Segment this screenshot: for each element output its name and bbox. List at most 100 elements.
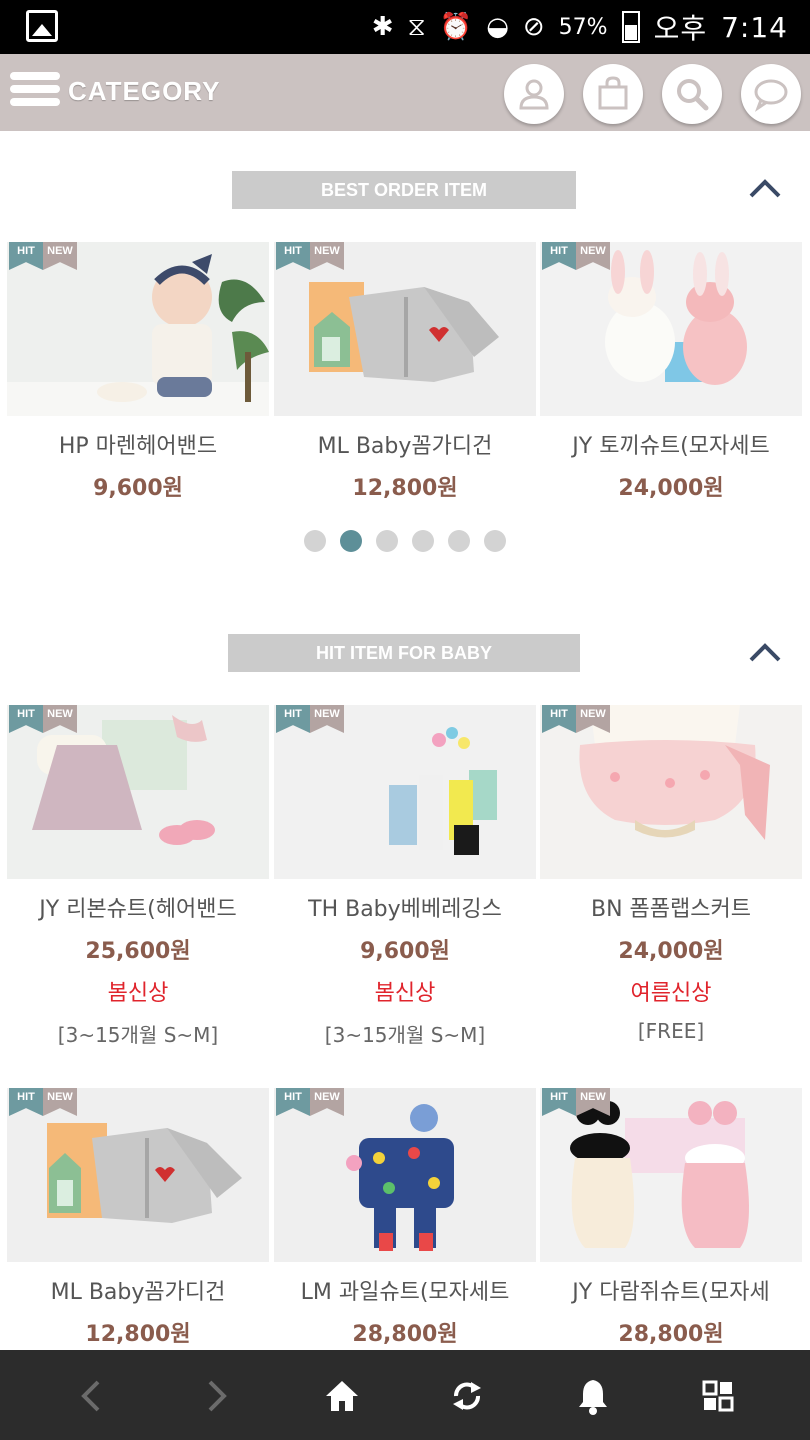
product-name[interactable]: ML Baby꼼가디건 — [7, 1274, 269, 1306]
section-title-hit-item: HIT ITEM FOR BABY — [228, 634, 580, 672]
carousel-pager — [0, 530, 810, 552]
product-tag: 봄신상 — [107, 981, 169, 1006]
new-badge: NEW — [310, 242, 344, 270]
product-name[interactable]: LM 과일슈트(모자세트 — [274, 1274, 536, 1306]
category-label[interactable]: CATEGORY — [68, 76, 220, 107]
new-badge: NEW — [576, 242, 610, 270]
product-tag: 봄신상 — [374, 981, 436, 1006]
search-button[interactable] — [662, 64, 722, 124]
product-card[interactable]: HIT NEW TH Baby베베레깅스 9,600원 봄신상 [3~15개월 S… — [274, 705, 536, 1048]
product-card[interactable]: HIT NEW JY 리본슈트(헤어밴드 25,600원 봄신상 [3~15개월 … — [7, 705, 269, 1048]
forward-arrow-icon — [208, 1380, 227, 1412]
chat-button[interactable] — [741, 64, 801, 124]
product-name[interactable]: JY 다람쥐슈트(모자세 — [540, 1274, 802, 1306]
chevron-up-icon[interactable] — [748, 176, 782, 200]
product-card[interactable]: HIT NEW JY 다람쥐슈트(모자세 28,800원 — [540, 1088, 802, 1348]
product-size: [3~15개월 S~M] — [57, 1023, 219, 1047]
product-size: [3~15개월 S~M] — [324, 1023, 486, 1047]
shopping-bag-icon — [598, 76, 628, 110]
new-badge: NEW — [43, 1088, 77, 1116]
pager-dot[interactable] — [412, 530, 434, 552]
new-badge: NEW — [310, 1088, 344, 1116]
refresh-icon — [453, 1382, 481, 1410]
hit-badge: HIT — [542, 1088, 576, 1116]
apps-button[interactable] — [694, 1372, 742, 1420]
hit-badge: HIT — [9, 705, 43, 733]
pager-dot[interactable] — [484, 530, 506, 552]
product-card[interactable]: HIT NEW LM 과일슈트(모자세트 28,800원 — [274, 1088, 536, 1348]
back-arrow-icon — [81, 1380, 100, 1412]
product-name[interactable]: JY 리본슈트(헤어밴드 — [7, 891, 269, 923]
bell-icon — [579, 1380, 607, 1415]
home-icon — [326, 1381, 358, 1411]
product-price: 24,000원 — [618, 939, 724, 964]
person-icon — [519, 79, 549, 110]
wifi-icon: ◒ — [486, 12, 509, 42]
refresh-button[interactable] — [443, 1372, 491, 1420]
product-name[interactable]: ML Baby꼼가디건 — [274, 428, 536, 460]
forward-button[interactable] — [192, 1372, 240, 1420]
product-image[interactable]: HIT NEW — [274, 1088, 536, 1262]
section-title-best-order: BEST ORDER ITEM — [232, 171, 576, 209]
new-badge: NEW — [310, 705, 344, 733]
new-badge: NEW — [43, 242, 77, 270]
product-image[interactable]: HIT NEW — [7, 705, 269, 879]
product-card[interactable]: HIT NEW JY 토끼슈트(모자세트 24,000원 — [540, 242, 802, 502]
back-button[interactable] — [68, 1372, 116, 1420]
hit-badge: HIT — [276, 242, 310, 270]
product-image[interactable]: HIT NEW — [274, 242, 536, 416]
product-card[interactable]: HIT NEW HP 마렌헤어밴드 9,600원 — [7, 242, 269, 502]
hit-badge: HIT — [9, 242, 43, 270]
chat-bubble-icon — [754, 79, 788, 112]
clock-ampm: 오후 — [653, 12, 708, 45]
product-tag: 여름신상 — [630, 981, 712, 1006]
gallery-notification-icon — [26, 10, 58, 42]
home-button[interactable] — [318, 1372, 366, 1420]
pager-dot[interactable] — [304, 530, 326, 552]
app-header: CATEGORY — [0, 54, 810, 131]
product-name[interactable]: TH Baby베베레깅스 — [274, 891, 536, 923]
pager-dot[interactable] — [376, 530, 398, 552]
battery-percent: 57% — [558, 14, 608, 40]
chevron-up-icon[interactable] — [748, 640, 782, 664]
hit-badge: HIT — [9, 1088, 43, 1116]
clock-time: 7:14 — [721, 10, 788, 44]
status-bar: ✱ ⧖ ⏰ ◒ ⊘ 57% 오후 7:14 — [0, 0, 810, 54]
new-badge: NEW — [43, 705, 77, 733]
search-icon — [677, 79, 709, 111]
product-card[interactable]: HIT NEW BN 폼폼랩스커트 24,000원 여름신상 [FREE] — [540, 705, 802, 1043]
cart-button[interactable] — [583, 64, 643, 124]
product-price: 25,600원 — [85, 939, 191, 964]
product-name[interactable]: HP 마렌헤어밴드 — [7, 428, 269, 460]
product-name[interactable]: BN 폼폼랩스커트 — [540, 891, 802, 923]
product-price: 28,800원 — [618, 1322, 724, 1347]
hit-badge: HIT — [276, 1088, 310, 1116]
pager-dot[interactable] — [448, 530, 470, 552]
alarm-icon: ⏰ — [439, 12, 473, 42]
product-image[interactable]: HIT NEW — [540, 242, 802, 416]
product-image[interactable]: HIT NEW — [540, 705, 802, 879]
product-image[interactable]: HIT NEW — [7, 242, 269, 416]
hamburger-menu-icon[interactable] — [10, 72, 60, 112]
hit-badge: HIT — [542, 705, 576, 733]
product-card[interactable]: HIT NEW ML Baby꼼가디건 12,800원 — [7, 1088, 269, 1348]
product-name[interactable]: JY 토끼슈트(모자세트 — [540, 428, 802, 460]
product-image[interactable]: HIT NEW — [7, 1088, 269, 1262]
product-price: 12,800원 — [85, 1322, 191, 1347]
hit-badge: HIT — [276, 705, 310, 733]
my-account-button[interactable] — [504, 64, 564, 124]
product-price: 24,000원 — [618, 476, 724, 501]
hit-badge: HIT — [542, 242, 576, 270]
product-image[interactable]: HIT NEW — [274, 705, 536, 879]
product-price: 9,600원 — [360, 939, 450, 964]
product-price: 9,600원 — [93, 476, 183, 501]
do-not-disturb-icon: ⊘ — [522, 12, 545, 42]
product-size: [FREE] — [637, 1019, 705, 1043]
product-card[interactable]: HIT NEW ML Baby꼼가디건 12,800원 — [274, 242, 536, 502]
new-badge: NEW — [576, 1088, 610, 1116]
product-image[interactable]: HIT NEW — [540, 1088, 802, 1262]
bluetooth-icon: ✱ — [371, 12, 394, 42]
vibrate-mute-icon: ⧖ — [407, 11, 426, 42]
pager-dot-active[interactable] — [340, 530, 362, 552]
notification-button[interactable] — [569, 1372, 617, 1420]
